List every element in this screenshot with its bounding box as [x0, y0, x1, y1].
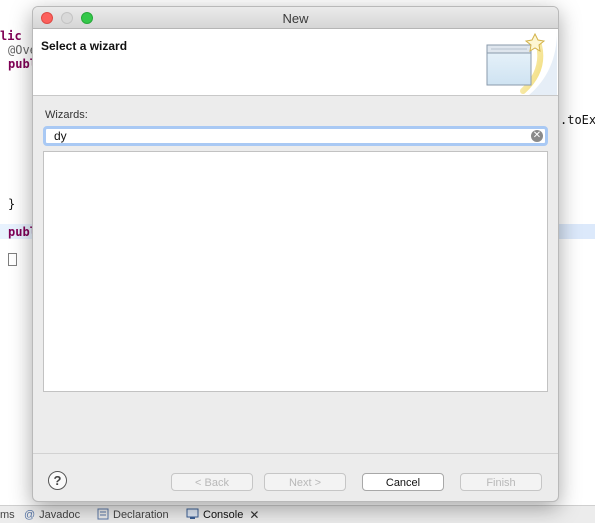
tab-problems[interactable]: ms [0, 508, 15, 522]
console-icon [186, 508, 199, 523]
declaration-icon [97, 508, 109, 523]
page-title: Select a wizard [41, 39, 128, 53]
next-button[interactable]: Next > [264, 473, 346, 491]
title-bar[interactable]: New [33, 7, 558, 29]
wizards-label: Wizards: [45, 109, 88, 121]
code-line: } [8, 197, 16, 211]
finish-button[interactable]: Finish [460, 473, 542, 491]
wizard-tree-list[interactable] [43, 151, 548, 392]
new-wizard-dialog: New Select a wizard Wizards: dy ✕ ? < Ba… [32, 6, 559, 502]
footer-divider [33, 453, 558, 454]
cancel-button[interactable]: Cancel [362, 473, 444, 491]
close-icon[interactable]: ✕ [249, 508, 259, 522]
bracket-match-marker [8, 253, 17, 266]
tab-declaration[interactable]: Declaration [97, 508, 169, 522]
help-icon[interactable]: ? [48, 471, 67, 490]
tab-javadoc[interactable]: @ Javadoc [24, 508, 80, 522]
wizard-filter-input[interactable] [54, 129, 524, 143]
clear-search-icon[interactable]: ✕ [531, 130, 543, 142]
wizard-banner-icon [486, 31, 557, 95]
code-line: lic [0, 29, 22, 43]
tab-label: Javadoc [39, 509, 81, 521]
wizard-filter-field[interactable]: ✕ [43, 126, 548, 146]
tab-label: ms [0, 509, 15, 521]
bottom-tab-bar: ms @ Javadoc Declaration Console ✕ [0, 505, 595, 523]
back-button[interactable]: < Back [171, 473, 253, 491]
code-fragment: .toEx [560, 113, 595, 127]
tab-label: Declaration [113, 509, 169, 521]
occurrence-highlight [555, 224, 595, 239]
window-title: New [282, 11, 309, 26]
javadoc-icon: @ [24, 509, 36, 521]
tab-console[interactable]: Console ✕ [186, 508, 259, 522]
dialog-header: Select a wizard [33, 29, 558, 96]
tab-label: Console [203, 509, 244, 521]
